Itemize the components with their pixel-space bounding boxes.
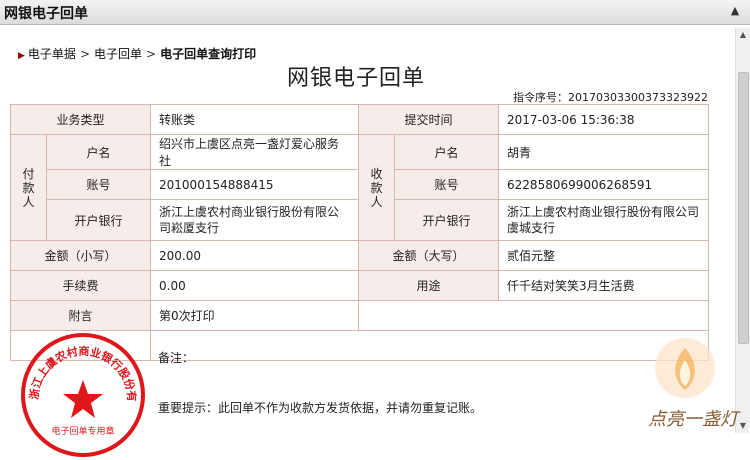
amount-big-value: 贰佰元整 [498, 240, 710, 271]
submit-time-value: 2017-03-06 15:36:38 [498, 104, 710, 135]
seal-text: 浙江上虞农村商业银行股份有限公司 [18, 330, 139, 402]
serial-value: 20170303300373323922 [568, 91, 708, 104]
svg-text:浙江上虞农村商业银行股份有限公司: 浙江上虞农村商业银行股份有限公司 [18, 330, 139, 402]
receipt-table: 业务类型 转账类 提交时间 2017-03-06 15:36:38 付款人 户名… [9, 104, 710, 361]
remark-value: 第0次打印 [150, 300, 360, 331]
payee-side-text: 收款人 [370, 166, 383, 209]
watermark-logo: 点亮一盏灯 [648, 338, 741, 430]
bank-seal: 浙江上虞农村商业银行股份有限公司 电子回单专用章 [18, 330, 145, 457]
table-row: 金额（小写） 200.00 金额（大写） 贰佰元整 [9, 240, 710, 271]
table-row: 付款人 户名 绍兴市上虞区点亮一盏灯爱心服务社 收款人 户名 胡青 [10, 134, 710, 241]
fee-value: 0.00 [150, 270, 360, 301]
note-label: 备注： [158, 351, 195, 365]
payer-bank-label: 开户银行 [45, 199, 152, 241]
watermark-text: 点亮一盏灯 [648, 409, 741, 430]
remark-label: 附言 [9, 300, 152, 331]
breadcrumb-item-documents[interactable]: 电子单据 [28, 47, 76, 61]
table-row: 附言 第0次打印 [9, 300, 710, 331]
serial-number: 指令序号：20170303300373323922 [513, 89, 708, 105]
payer-bank-value: 浙江上虞农村商业银行股份有限公司崧厦支行 [150, 199, 360, 241]
purpose-label: 用途 [358, 270, 500, 301]
window-title: 网银电子回单 [4, 6, 88, 22]
business-type-label: 业务类型 [9, 104, 152, 135]
note-cell [150, 330, 710, 361]
amount-small-value: 200.00 [150, 240, 360, 271]
amount-small-label: 金额（小写） [9, 240, 152, 271]
payee-bank-value: 浙江上虞农村商业银行股份有限公司虞城支行 [498, 199, 710, 241]
payee-name-label: 户名 [394, 134, 500, 170]
payee-side-label: 收款人 [358, 134, 396, 241]
payer-name-value: 绍兴市上虞区点亮一盏灯爱心服务社 [150, 134, 360, 170]
breadcrumb-bullet-icon: ▶ [18, 51, 25, 61]
scroll-up-icon[interactable]: ▲ [736, 28, 750, 42]
breadcrumb-item-receipts[interactable]: 电子回单 [94, 47, 142, 61]
breadcrumb-current: 电子回单查询打印 [160, 47, 257, 61]
purpose-value: 仟千结对笑笑3月生活费 [498, 270, 710, 301]
submit-time-label: 提交时间 [358, 104, 500, 135]
breadcrumb: ▶ 电子单据 > 电子回单 > 电子回单查询打印 [18, 45, 256, 62]
payer-name-label: 户名 [45, 134, 152, 170]
close-icon[interactable]: ▲ [726, 2, 744, 20]
payer-account-value: 201000154888415 [150, 169, 360, 200]
table-row: 业务类型 转账类 提交时间 2017-03-06 15:36:38 [9, 104, 710, 135]
payee-bank-label: 开户银行 [394, 199, 500, 241]
payee-name-value: 胡青 [498, 134, 710, 170]
seal-bottom-text: 电子回单专用章 [51, 425, 114, 437]
amount-big-label: 金额（大写） [358, 240, 500, 271]
fee-label: 手续费 [9, 270, 152, 301]
important-notice: 重要提示：此回单不作为收款方发货依据，并请勿重复记账。 [158, 401, 483, 415]
breadcrumb-separator: > [79, 47, 90, 61]
remark-empty-cell [358, 300, 710, 331]
payee-account-label: 账号 [394, 169, 500, 200]
payer-side-text: 付款人 [22, 166, 35, 209]
scrollbar-thumb[interactable] [738, 72, 749, 344]
breadcrumb-separator: > [146, 47, 157, 61]
document-title: 网银电子回单 [287, 66, 426, 91]
payer-side-label: 付款人 [10, 134, 47, 241]
window-titlebar: 网银电子回单 ▲ [0, 0, 750, 25]
business-type-value: 转账类 [150, 104, 360, 135]
table-row: 手续费 0.00 用途 仟千结对笑笑3月生活费 [9, 270, 710, 301]
serial-label: 指令序号： [513, 91, 569, 104]
payee-account-value: 6228580699006268591 [498, 169, 710, 200]
payer-account-label: 账号 [45, 169, 152, 200]
